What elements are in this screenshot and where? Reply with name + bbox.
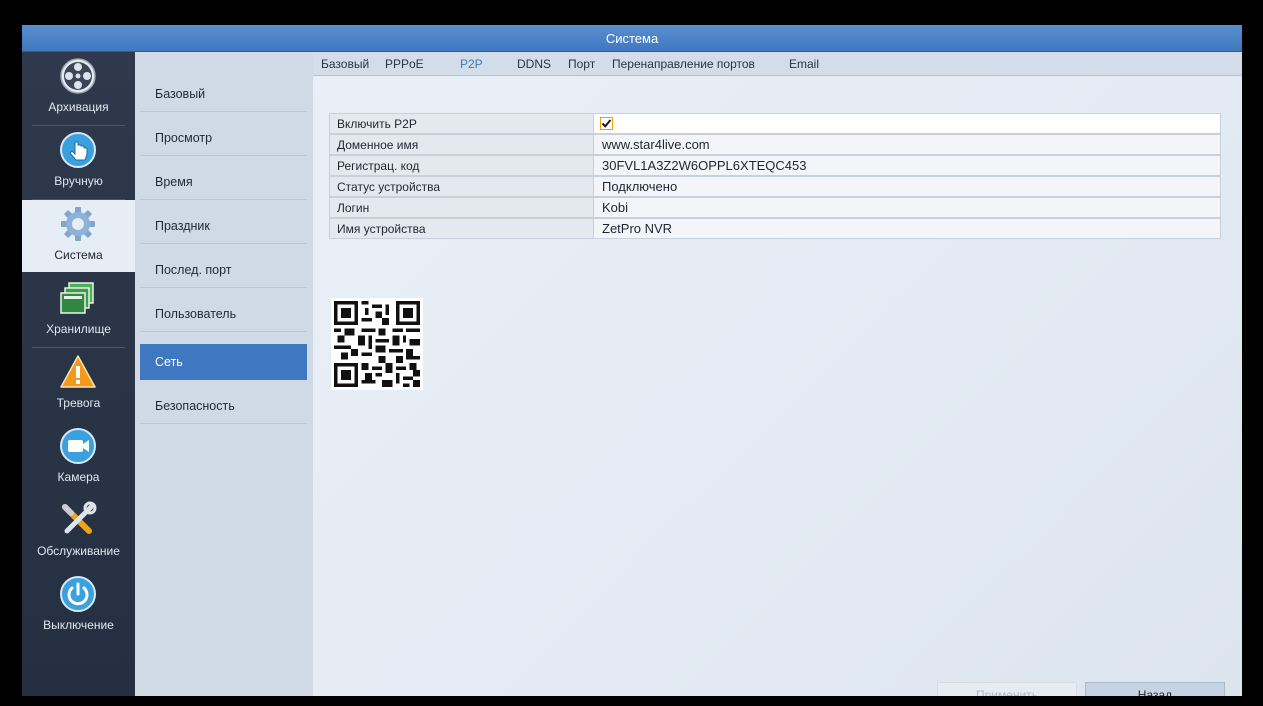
gear-icon bbox=[61, 207, 95, 241]
back-button[interactable]: Назад bbox=[1085, 682, 1225, 696]
nav-label: Выключение bbox=[43, 618, 114, 632]
film-reel-icon bbox=[60, 58, 96, 94]
submenu-item-network[interactable]: Сеть bbox=[140, 344, 307, 380]
field-value bbox=[594, 113, 1221, 134]
submenu-item-time[interactable]: Время bbox=[140, 164, 307, 200]
tab-port-forwarding[interactable]: Перенаправление портов bbox=[612, 52, 755, 76]
nav-label: Архивация bbox=[48, 100, 109, 114]
submenu-item-serial-port[interactable]: Послед. порт bbox=[140, 252, 307, 288]
main-nav: Архивация Вручную Система Хранилище Трев… bbox=[22, 52, 135, 696]
nav-item-manual[interactable]: Вручную bbox=[22, 126, 135, 198]
login-value: Kobi bbox=[594, 197, 1221, 218]
window-title: Система bbox=[22, 25, 1242, 52]
device-name-value: ZetPro NVR bbox=[594, 218, 1221, 239]
nav-label: Обслуживание bbox=[37, 544, 120, 558]
tools-icon bbox=[62, 501, 97, 534]
nav-item-alarm[interactable]: Тревога bbox=[22, 348, 135, 420]
nav-item-archive[interactable]: Архивация bbox=[22, 52, 135, 124]
network-settings-panel: Базовый PPPoE P2P DDNS Порт Перенаправле… bbox=[313, 52, 1242, 696]
checkmark-icon bbox=[601, 119, 612, 128]
nav-item-shutdown[interactable]: Выключение bbox=[22, 570, 135, 642]
device-status-value: Подключено bbox=[594, 176, 1221, 197]
nav-item-maintenance[interactable]: Обслуживание bbox=[22, 496, 135, 568]
enable-p2p-checkbox[interactable] bbox=[600, 117, 613, 130]
nav-label: Камера bbox=[57, 470, 100, 484]
domain-name-value: www.star4live.com bbox=[594, 134, 1221, 155]
qr-code-icon bbox=[334, 301, 420, 387]
field-label: Доменное имя bbox=[329, 134, 594, 155]
field-label: Включить P2P bbox=[329, 113, 594, 134]
system-submenu: Базовый Просмотр Время Праздник Послед. … bbox=[135, 52, 313, 696]
field-label: Регистрац. код bbox=[329, 155, 594, 176]
hand-pointer-icon bbox=[60, 132, 96, 168]
field-label: Статус устройства bbox=[329, 176, 594, 197]
row-enable-p2p: Включить P2P bbox=[329, 113, 1221, 134]
p2p-qr-code bbox=[331, 298, 423, 390]
storage-icon bbox=[60, 282, 94, 314]
nav-item-camera[interactable]: Камера bbox=[22, 422, 135, 494]
nav-item-system[interactable]: Система bbox=[22, 200, 135, 272]
tab-basic[interactable]: Базовый bbox=[321, 52, 369, 76]
submenu-item-holiday[interactable]: Праздник bbox=[140, 208, 307, 244]
submenu-item-user[interactable]: Пользователь bbox=[140, 296, 307, 332]
registration-code-value: 30FVL1A3Z2W6OPPL6XTEQC453 bbox=[594, 155, 1221, 176]
alarm-warning-icon bbox=[60, 355, 96, 388]
tab-port[interactable]: Порт bbox=[568, 52, 595, 76]
submenu-item-basic[interactable]: Базовый bbox=[140, 76, 307, 112]
field-label: Логин bbox=[329, 197, 594, 218]
tab-ddns[interactable]: DDNS bbox=[517, 52, 551, 76]
row-login: Логин Kobi bbox=[329, 197, 1221, 218]
tab-pppoe[interactable]: PPPoE bbox=[385, 52, 424, 76]
nav-item-storage[interactable]: Хранилище bbox=[22, 274, 135, 346]
submenu-item-view[interactable]: Просмотр bbox=[140, 120, 307, 156]
nav-label: Вручную bbox=[54, 174, 103, 188]
nav-label: Система bbox=[54, 248, 103, 262]
tab-email[interactable]: Email bbox=[789, 52, 819, 76]
tab-p2p[interactable]: P2P bbox=[460, 52, 483, 76]
power-icon bbox=[60, 576, 96, 612]
nav-label: Тревога bbox=[56, 396, 101, 410]
field-label: Имя устройства bbox=[329, 218, 594, 239]
nav-label: Хранилище bbox=[46, 322, 111, 336]
camera-icon bbox=[60, 428, 96, 464]
submenu-item-security[interactable]: Безопасность bbox=[140, 388, 307, 424]
row-registration-code: Регистрац. код 30FVL1A3Z2W6OPPL6XTEQC453 bbox=[329, 155, 1221, 176]
row-device-status: Статус устройства Подключено bbox=[329, 176, 1221, 197]
row-domain-name: Доменное имя www.star4live.com bbox=[329, 134, 1221, 155]
network-tabs: Базовый PPPoE P2P DDNS Порт Перенаправле… bbox=[313, 52, 1242, 76]
settings-window: Система Архивация Вручную Система Хранил… bbox=[22, 25, 1242, 696]
row-device-name: Имя устройства ZetPro NVR bbox=[329, 218, 1221, 239]
apply-button[interactable]: Применить bbox=[937, 682, 1077, 696]
